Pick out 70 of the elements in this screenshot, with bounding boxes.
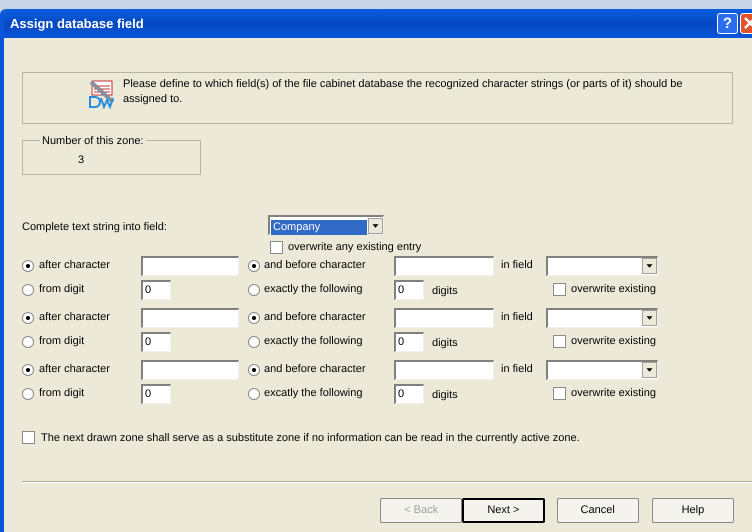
checkbox-label: overwrite any existing entry [288,240,422,255]
radio-button[interactable] [248,336,260,348]
input-field[interactable] [394,256,494,276]
input-field[interactable]: 0 [141,280,171,300]
radio-label: from digit [39,282,84,298]
in-field-label: in field [500,310,534,326]
checkbox-label: The next drawn zone shall serve as a substitute zone if no information can be read in the currently active zone. [41,430,580,446]
radio-label: after character [39,362,110,378]
radio-button[interactable] [22,312,34,324]
dialog-button[interactable]: Help [652,498,734,523]
radio-button[interactable] [248,388,260,400]
input-field[interactable]: 0 [394,332,424,352]
checkbox[interactable] [22,431,35,444]
radio-button[interactable] [22,388,34,400]
dropdown[interactable] [546,308,658,328]
digits-label: digits [431,284,459,299]
input-field[interactable] [141,256,239,276]
checkbox[interactable] [553,387,566,400]
digits-label: digits [431,336,459,351]
checkbox-label: overwrite existing [571,386,656,402]
zone-number: 3 [78,153,84,168]
dialog-button[interactable]: Next > [462,498,545,523]
input-field[interactable] [141,308,239,328]
checkbox-label: overwrite existing [571,334,656,350]
radio-button[interactable] [248,312,260,324]
input-field[interactable]: 0 [141,332,171,352]
input-field[interactable]: 0 [141,384,171,404]
radio-label: and before character [264,258,366,274]
help-button[interactable]: ? [717,13,738,34]
checkbox[interactable] [553,335,566,348]
in-field-label: in field [500,362,534,378]
radio-label: exactly the following [264,282,362,298]
radio-label: exactly the following [264,334,362,350]
radio-button[interactable] [22,336,34,348]
radio-label: after character [39,258,110,274]
radio-label: after character [39,310,110,326]
radio-label: and before character [264,362,366,378]
window-title: Assign database field [10,14,145,33]
in-field-label: in field [500,258,534,274]
radio-label: from digit [39,386,84,402]
radio-button[interactable] [248,364,260,376]
caret-icon [642,310,657,326]
input-field[interactable] [394,360,494,380]
dropdown[interactable] [546,256,658,276]
radio-label: and before character [264,310,366,326]
checkbox[interactable] [553,283,566,296]
radio-button[interactable] [22,364,34,376]
radio-button[interactable] [248,284,260,296]
dropdown[interactable]: Company [268,215,384,235]
ocr-wrench-icon [89,79,117,109]
caret-icon [642,258,657,274]
caret-icon [368,218,383,234]
checkbox-label: overwrite existing [571,282,656,298]
close-icon[interactable] [740,13,752,34]
radio-button[interactable] [22,284,34,296]
radio-label: from digit [39,334,84,350]
radio-label: excatly the following [264,386,362,402]
digits-label: digits [431,388,459,403]
checkbox[interactable] [270,240,283,254]
field-label: Complete text string into field: [22,220,168,235]
info-text: Please define to which field(s) of the file cabinet database the recognized character strings (or parts of it) should be assigned to. [123,77,683,107]
dropdown[interactable] [546,360,658,380]
dialog-button[interactable]: Cancel [556,498,639,523]
input-field[interactable] [394,308,494,328]
input-field[interactable]: 0 [394,280,424,300]
input-field[interactable]: 0 [394,384,424,404]
caret-icon [642,362,657,378]
input-field[interactable] [141,360,239,380]
radio-button[interactable] [248,260,260,272]
radio-button[interactable] [22,260,34,272]
